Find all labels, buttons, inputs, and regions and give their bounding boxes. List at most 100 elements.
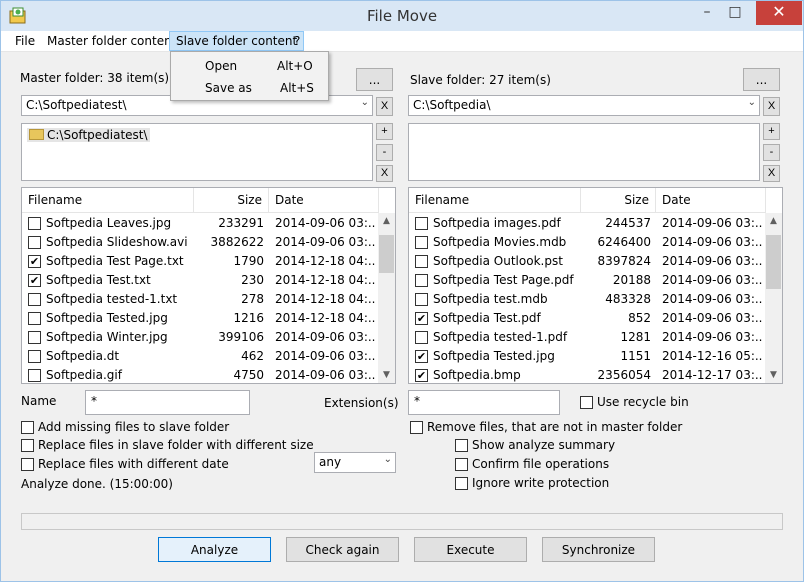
table-row[interactable]: Softpedia Slideshow.avi 3882622 2014-09-06… xyxy=(22,233,378,252)
master-file-list[interactable]: Filename Size Date Softpedia Leaves.jpg 2… xyxy=(21,187,396,384)
extension-filter-label: Extension(s) xyxy=(324,396,399,410)
menu-slave-folder-content[interactable]: Slave folder content xyxy=(169,31,305,51)
master-add-folder-button[interactable]: + xyxy=(376,123,393,140)
slave-delete-folder-button[interactable]: X xyxy=(763,165,780,182)
add-missing-checkbox[interactable] xyxy=(21,421,34,434)
confirm-ops-checkbox[interactable] xyxy=(455,458,468,471)
scrollbar-thumb[interactable] xyxy=(379,235,394,273)
row-checkbox[interactable] xyxy=(28,217,41,230)
synchronize-button[interactable]: Synchronize xyxy=(542,537,655,562)
table-row[interactable]: Softpedia Outlook.pst 8397824 2014-09-06 0… xyxy=(409,252,765,271)
row-date: 2014-09-06 03:... xyxy=(662,216,762,230)
master-clear-path-button[interactable]: X xyxy=(376,97,393,116)
row-checkbox[interactable] xyxy=(28,369,41,382)
table-row[interactable]: Softpedia Tested.jpg 1216 2014-12-18 04:..… xyxy=(22,309,378,328)
row-checkbox[interactable] xyxy=(28,236,41,249)
master-scrollbar[interactable]: ▲ ▼ xyxy=(378,213,395,383)
table-row[interactable]: Softpedia.gif 4750 2014-09-06 03:... xyxy=(22,366,378,383)
file-move-window: File Move – □ ✕ File Master folder conte… xyxy=(0,0,804,582)
execute-button[interactable]: Execute xyxy=(414,537,527,562)
slave-scrollbar[interactable]: ▲ ▼ xyxy=(765,213,782,383)
slave-clear-path-button[interactable]: X xyxy=(763,97,780,116)
ignore-protect-checkbox[interactable] xyxy=(455,477,468,490)
table-row[interactable]: ✔ Softpedia Tested.jpg 1151 2014-12-16 05:.… xyxy=(409,347,765,366)
scroll-up-icon[interactable]: ▲ xyxy=(378,213,395,230)
table-row[interactable]: Softpedia Winter.jpg 399106 2014-09-06 03:… xyxy=(22,328,378,347)
menu-help[interactable]: ? xyxy=(294,34,300,48)
row-checkbox[interactable]: ✔ xyxy=(415,369,428,382)
row-checkbox[interactable]: ✔ xyxy=(28,255,41,268)
chevron-down-icon[interactable]: ⌄ xyxy=(384,454,392,465)
row-checkbox[interactable] xyxy=(415,274,428,287)
table-row[interactable]: Softpedia Movies.mdb 6246400 2014-09-06 03… xyxy=(409,233,765,252)
replace-date-label: Replace files with different date xyxy=(38,457,229,471)
maximize-button[interactable]: □ xyxy=(721,1,749,25)
menu-item-open[interactable]: Open Alt+O xyxy=(172,55,327,76)
slave-add-folder-button[interactable]: + xyxy=(763,123,780,140)
name-filter-input[interactable]: * xyxy=(85,390,250,415)
master-delete-folder-button[interactable]: X xyxy=(376,165,393,182)
row-checkbox[interactable] xyxy=(415,293,428,306)
slave-folder-tree[interactable] xyxy=(408,123,760,181)
table-row[interactable]: ✔ Softpedia Test.pdf 852 2014-09-06 03:... xyxy=(409,309,765,328)
row-checkbox[interactable] xyxy=(415,236,428,249)
table-row[interactable]: Softpedia images.pdf 244537 2014-09-06 03:… xyxy=(409,214,765,233)
scroll-up-icon[interactable]: ▲ xyxy=(765,213,782,230)
row-checkbox[interactable]: ✔ xyxy=(415,350,428,363)
replace-size-checkbox[interactable] xyxy=(21,439,34,452)
master-remove-folder-button[interactable]: - xyxy=(376,144,393,161)
minimize-button[interactable]: – xyxy=(693,1,721,25)
remove-files-checkbox[interactable] xyxy=(410,421,423,434)
recycle-bin-checkbox[interactable] xyxy=(580,396,593,409)
row-filename: Softpedia.bmp xyxy=(433,368,521,382)
menu-master-folder-content[interactable]: Master folder content xyxy=(47,34,176,48)
menu-item-save-as[interactable]: Save as Alt+S xyxy=(172,77,327,98)
row-checkbox[interactable] xyxy=(28,350,41,363)
master-col-size[interactable]: Size xyxy=(194,188,269,213)
scroll-down-icon[interactable]: ▼ xyxy=(765,367,782,383)
table-row[interactable]: Softpedia Leaves.jpg 233291 2014-09-06 03:… xyxy=(22,214,378,233)
row-checkbox[interactable] xyxy=(28,293,41,306)
table-row[interactable]: Softpedia tested-1.pdf 1281 2014-09-06 03:… xyxy=(409,328,765,347)
show-summary-checkbox[interactable] xyxy=(455,439,468,452)
row-checkbox[interactable] xyxy=(28,331,41,344)
row-checkbox[interactable] xyxy=(415,331,428,344)
master-col-filename[interactable]: Filename xyxy=(22,188,194,213)
table-row[interactable]: Softpedia Test Page.pdf 20188 2014-09-06 0… xyxy=(409,271,765,290)
title-bar[interactable]: File Move – □ ✕ xyxy=(1,1,803,31)
check-again-button[interactable]: Check again xyxy=(286,537,399,562)
table-row[interactable]: ✔ Softpedia.bmp 2356054 2014-12-17 03:... xyxy=(409,366,765,383)
chevron-down-icon[interactable]: ⌄ xyxy=(361,97,369,108)
analyze-button[interactable]: Analyze xyxy=(158,537,271,562)
slave-browse-button[interactable]: ... xyxy=(743,68,780,91)
row-checkbox[interactable]: ✔ xyxy=(415,312,428,325)
close-button[interactable]: ✕ xyxy=(756,1,802,25)
table-row[interactable]: Softpedia test.mdb 483328 2014-09-06 03:..… xyxy=(409,290,765,309)
table-row[interactable]: ✔ Softpedia Test Page.txt 1790 2014-12-18 0… xyxy=(22,252,378,271)
row-size: 244537 xyxy=(605,216,651,230)
table-row[interactable]: Softpedia.dt 462 2014-09-06 03:... xyxy=(22,347,378,366)
row-checkbox[interactable]: ✔ xyxy=(28,274,41,287)
table-row[interactable]: ✔ Softpedia Test.txt 230 2014-12-18 04:... xyxy=(22,271,378,290)
master-col-date[interactable]: Date xyxy=(269,188,379,213)
slave-file-list[interactable]: Filename Size Date Softpedia images.pdf 2… xyxy=(408,187,783,384)
table-row[interactable]: Softpedia tested-1.txt 278 2014-12-18 04:.… xyxy=(22,290,378,309)
row-checkbox[interactable] xyxy=(415,255,428,268)
extension-filter-input[interactable]: * xyxy=(408,390,560,415)
master-folder-tree[interactable]: C:\Softpediatest\ xyxy=(21,123,373,181)
menu-file[interactable]: File xyxy=(15,34,35,48)
slave-col-date[interactable]: Date xyxy=(656,188,766,213)
date-compare-select[interactable]: any ⌄ xyxy=(314,452,396,473)
scrollbar-thumb[interactable] xyxy=(766,235,781,289)
slave-col-filename[interactable]: Filename xyxy=(409,188,581,213)
row-checkbox[interactable] xyxy=(415,217,428,230)
chevron-down-icon[interactable]: ⌄ xyxy=(748,97,756,108)
row-checkbox[interactable] xyxy=(28,312,41,325)
scroll-down-icon[interactable]: ▼ xyxy=(378,367,395,383)
slave-remove-folder-button[interactable]: - xyxy=(763,144,780,161)
master-folder-node[interactable]: C:\Softpediatest\ xyxy=(27,128,150,142)
slave-path-combo[interactable]: C:\Softpedia\ ⌄ xyxy=(408,95,760,116)
slave-col-size[interactable]: Size xyxy=(581,188,656,213)
master-browse-button[interactable]: ... xyxy=(356,68,393,91)
replace-date-checkbox[interactable] xyxy=(21,458,34,471)
